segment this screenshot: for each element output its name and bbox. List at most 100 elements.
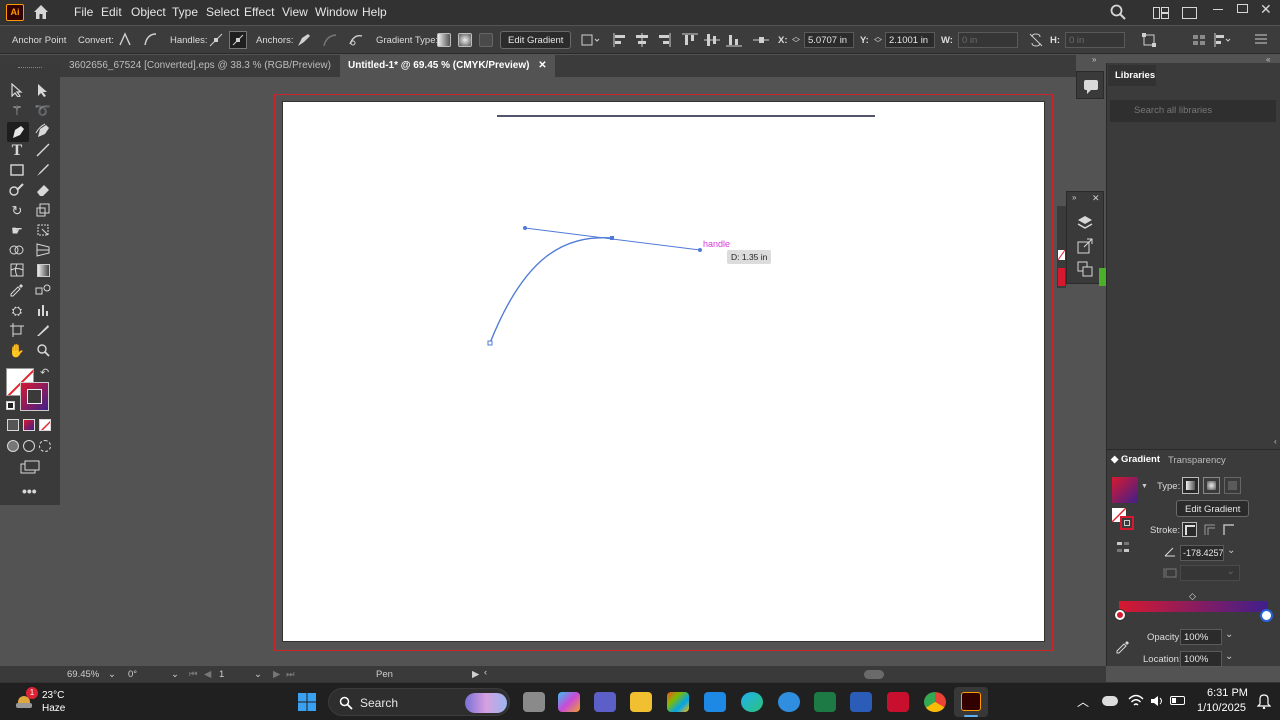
zoom-field[interactable]: 69.45%: [67, 669, 99, 680]
smart-guide-label: handle: [703, 239, 731, 249]
angle-dropdown-icon[interactable]: ⌄: [1227, 545, 1235, 556]
previous-artboard-icon[interactable]: ◀: [204, 669, 211, 680]
zoom-dropdown-icon[interactable]: ⌄: [108, 669, 116, 680]
excel-icon[interactable]: [814, 692, 836, 712]
wifi-icon[interactable]: [1128, 694, 1144, 711]
show-hidden-icons[interactable]: ︿: [1077, 693, 1089, 710]
task-view-icon[interactable]: [523, 692, 545, 712]
angle-field[interactable]: -178.4257: [1180, 545, 1224, 561]
opacity-label: Opacity:: [1147, 632, 1182, 643]
comments-panel-icon[interactable]: [1076, 71, 1104, 99]
opacity-dropdown-icon[interactable]: ⌄: [1225, 629, 1233, 640]
temperature-label: 23°C: [42, 690, 65, 701]
battery-icon[interactable]: [1170, 696, 1185, 705]
align-options-icon[interactable]: [1213, 33, 1231, 47]
scroll-left-icon[interactable]: ‹: [484, 667, 487, 678]
artboard-dropdown-icon[interactable]: ⌄: [254, 669, 262, 680]
weather-condition-label: Haze: [42, 703, 66, 714]
export-icon[interactable]: [1076, 237, 1094, 258]
freeform-type-button[interactable]: [1224, 477, 1241, 494]
minimize-icon[interactable]: [1213, 9, 1223, 10]
fill-stroke-proxy[interactable]: [1112, 508, 1136, 532]
teams-icon[interactable]: [594, 692, 616, 712]
libraries-search-input[interactable]: Search all libraries: [1110, 100, 1276, 122]
reverse-gradient-icon[interactable]: [1116, 540, 1130, 554]
curve-path[interactable]: [489, 237, 613, 344]
radial-type-button[interactable]: [1203, 477, 1220, 494]
gradient-preview-swatch[interactable]: [1112, 477, 1138, 503]
mcafee-icon[interactable]: [887, 692, 909, 712]
gradient-preset-dropdown-icon[interactable]: ▼: [1141, 483, 1148, 490]
aspect-ratio-icon: [1163, 567, 1177, 579]
onedrive-icon[interactable]: [1102, 696, 1118, 706]
first-artboard-icon[interactable]: ⏮: [189, 669, 198, 680]
restore-icon[interactable]: [1237, 4, 1248, 13]
windows-taskbar: 1 23°C Haze Search ︿ 6:31 PM 1/10/2025: [0, 682, 1280, 720]
linear-type-button[interactable]: [1182, 477, 1199, 494]
current-tool-label: Pen: [376, 669, 393, 680]
anchor-point-start[interactable]: [487, 340, 493, 346]
last-artboard-icon[interactable]: ⏭: [286, 669, 295, 680]
stroke-along-button[interactable]: [1202, 522, 1217, 537]
next-artboard-icon[interactable]: ▶: [273, 669, 280, 680]
workspace-icon[interactable]: [1182, 7, 1197, 19]
status-menu-arrow-icon[interactable]: ▶: [472, 669, 479, 680]
anchor-point-selected[interactable]: [610, 236, 614, 240]
start-button-icon[interactable]: [297, 692, 317, 712]
chrome-icon[interactable]: [924, 692, 946, 712]
opacity-field[interactable]: 100%: [1180, 629, 1222, 645]
eyedropper-icon[interactable]: [1116, 640, 1130, 654]
volume-icon[interactable]: [1150, 694, 1166, 711]
file-explorer-icon[interactable]: [630, 692, 652, 712]
tab-libraries[interactable]: Libraries: [1108, 65, 1156, 86]
layers-icon[interactable]: [1076, 214, 1094, 235]
microsoft-store-icon[interactable]: [667, 692, 689, 712]
gradient-slider[interactable]: [1119, 601, 1268, 612]
rotation-field[interactable]: 0°: [128, 669, 137, 680]
stroke-within-button[interactable]: [1182, 522, 1197, 537]
stroke-label: Stroke:: [1150, 525, 1181, 536]
tips-icon[interactable]: [778, 692, 800, 712]
weather-widget[interactable]: 1 23°C Haze: [14, 686, 74, 716]
close-panels-icon[interactable]: ✕: [1092, 193, 1100, 204]
panel-collapse-icon-right[interactable]: «: [1266, 55, 1270, 64]
gradient-stop-end[interactable]: [1260, 609, 1273, 622]
handle-point-left[interactable]: [523, 226, 527, 230]
tab-transparency[interactable]: Transparency: [1168, 455, 1226, 466]
location-dropdown-icon[interactable]: ⌄: [1225, 651, 1233, 662]
copilot-icon[interactable]: [558, 692, 580, 712]
rotation-dropdown-icon[interactable]: ⌄: [171, 669, 179, 680]
panel-collapse-icon[interactable]: »: [1092, 55, 1096, 64]
panel-menu-icon[interactable]: [1255, 34, 1267, 44]
edit-gradient-panel-button[interactable]: Edit Gradient: [1176, 500, 1250, 517]
horizontal-scrollbar-thumb[interactable]: [864, 670, 884, 679]
stroke-across-button[interactable]: [1221, 522, 1236, 537]
close-window-icon[interactable]: ✕: [1260, 1, 1272, 18]
taskbar-search-label: Search: [360, 696, 399, 710]
tab-gradient[interactable]: ◆ Gradient: [1111, 454, 1160, 465]
panel-collapse-small-icon[interactable]: ‹: [1274, 437, 1277, 446]
illustrator-taskbar-icon[interactable]: [954, 687, 988, 717]
swatch-peek: [1057, 206, 1066, 288]
green-swatch-peek: [1099, 268, 1106, 286]
search-icon[interactable]: [1110, 4, 1126, 20]
canvas-artwork: [487, 115, 875, 346]
type-label: Type:: [1157, 481, 1181, 492]
notifications-icon[interactable]: [1256, 693, 1272, 712]
clock-time[interactable]: 6:31 PM: [1207, 687, 1248, 699]
clock-date[interactable]: 1/10/2025: [1197, 702, 1246, 714]
artboard-number-field[interactable]: 1: [219, 669, 224, 680]
arrange-documents-icon[interactable]: [1153, 7, 1169, 19]
artboards-icon[interactable]: [1076, 260, 1094, 281]
location-field[interactable]: 100%: [1180, 651, 1222, 667]
gradient-stop-start[interactable]: [1115, 610, 1125, 620]
handle-point-right[interactable]: [698, 248, 702, 252]
taskbar-search-box[interactable]: Search: [328, 688, 510, 716]
aspect-ratio-field[interactable]: ⌄: [1180, 565, 1240, 581]
edge-icon[interactable]: [741, 692, 763, 712]
transform-icon[interactable]: [1142, 33, 1156, 47]
mcafee-app-icon[interactable]: [704, 692, 726, 712]
word-icon[interactable]: [850, 692, 872, 712]
isolate-icon[interactable]: [1192, 34, 1206, 46]
expand-panels-icon[interactable]: »: [1072, 193, 1076, 202]
